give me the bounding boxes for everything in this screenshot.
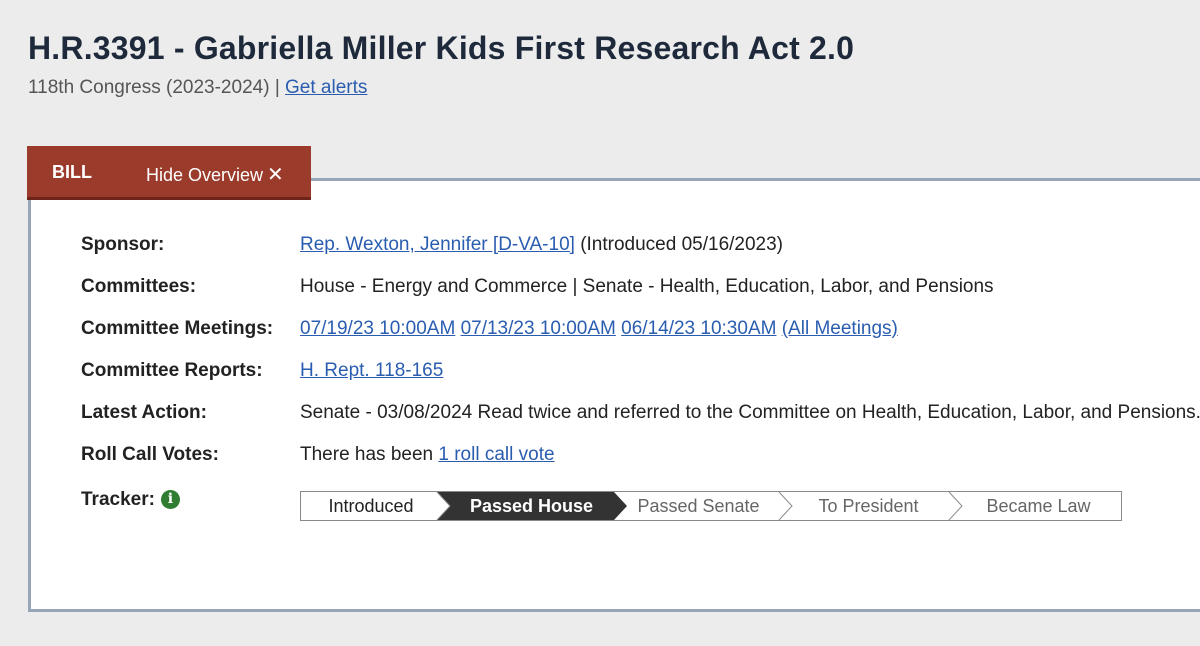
bill-status-tracker: Introduced Passed House Passed Senate To… — [300, 491, 1122, 521]
sponsor-value: Rep. Wexton, Jennifer [D-VA-10] (Introdu… — [300, 234, 783, 256]
hide-overview-button[interactable]: Hide Overview ✕ — [146, 162, 284, 187]
subtitle-separator: | — [274, 77, 280, 98]
tracker-step-became-law: Became Law — [986, 496, 1091, 516]
tracker-label: Tracker: i — [81, 489, 180, 511]
latest-action-value: Senate - 03/08/2024 Read twice and refer… — [300, 402, 1200, 423]
latest-action-label: Latest Action: — [81, 402, 207, 423]
introduced-date: (Introduced 05/16/2023) — [574, 234, 784, 255]
hide-overview-label: Hide Overview — [146, 165, 264, 185]
page-title: H.R.3391 - Gabriella Miller Kids First R… — [28, 30, 855, 66]
meeting-link[interactable]: 07/19/23 10:00AM — [300, 318, 455, 339]
congress-subtitle: 118th Congress (2023-2024) | Get alerts — [28, 77, 367, 99]
tracker-step-to-president: To President — [818, 496, 919, 516]
tracker-step-passed-senate: Passed Senate — [637, 496, 760, 516]
report-link[interactable]: H. Rept. 118-165 — [300, 360, 443, 381]
meeting-link[interactable]: 07/13/23 10:00AM — [461, 318, 616, 339]
tracker-step-passed-house: Passed House — [469, 496, 594, 516]
committee-reports-label: Committee Reports: — [81, 360, 263, 381]
committee-meetings-value: 07/19/23 10:00AM 07/13/23 10:00AM 06/14/… — [300, 318, 898, 340]
congress-session: 118th Congress (2023-2024) — [28, 77, 270, 98]
tab-bill[interactable]: BILL — [52, 162, 92, 183]
roll-call-prefix: There has been — [300, 444, 439, 465]
committee-reports-value: H. Rept. 118-165 — [300, 360, 443, 382]
tracker-step-introduced: Introduced — [328, 496, 414, 516]
overview-tab-bar: BILL Hide Overview ✕ — [27, 146, 311, 200]
committee-meetings-label: Committee Meetings: — [81, 318, 274, 339]
sponsor-link[interactable]: Rep. Wexton, Jennifer [D-VA-10] — [300, 234, 575, 255]
roll-call-vote-link[interactable]: 1 roll call vote — [438, 444, 554, 465]
meeting-link[interactable]: 06/14/23 10:30AM — [621, 318, 776, 339]
roll-call-votes-value: There has been 1 roll call vote — [300, 444, 555, 466]
committees-label: Committees: — [81, 276, 197, 297]
all-meetings-link[interactable]: (All Meetings) — [782, 318, 898, 339]
committees-value: House - Energy and Commerce | Senate - H… — [300, 276, 994, 297]
roll-call-votes-label: Roll Call Votes: — [81, 444, 219, 465]
tracker-label-text: Tracker: — [81, 489, 155, 510]
info-icon[interactable]: i — [160, 490, 180, 509]
close-icon: ✕ — [267, 164, 284, 186]
sponsor-label: Sponsor: — [81, 234, 165, 255]
get-alerts-link[interactable]: Get alerts — [285, 77, 367, 98]
